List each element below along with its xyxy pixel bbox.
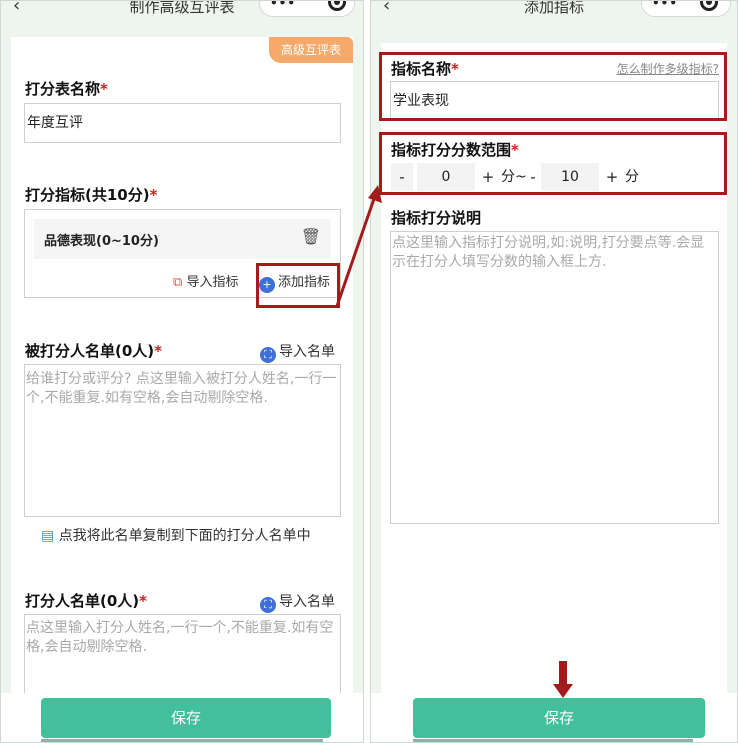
- rater-textarea[interactable]: 点这里输入打分人姓名,一行一个,不能重复.如有空格,会自动剔除空格.: [24, 614, 341, 704]
- import-list-icon: ⛶: [260, 347, 276, 363]
- criterion-desc-textarea[interactable]: 点这里输入指标打分说明,如:说明,打分要点等.会显示在打分人填写分数的输入框上方…: [390, 231, 719, 524]
- rater-label: 打分人名单(0人)*: [25, 592, 148, 610]
- close-target-icon[interactable]: [700, 1, 718, 11]
- import-list-icon: ⛶: [260, 597, 276, 613]
- highlight-add-criteria: [256, 263, 340, 308]
- left-bottom-strip: [41, 739, 323, 742]
- down-arrow-icon: [553, 661, 573, 698]
- criterion-desc-placeholder: 点这里输入指标打分说明,如:说明,打分要点等.会显示在打分人填写分数的输入框上方…: [392, 235, 705, 270]
- criterion-item-label: 品德表现(0~10分): [44, 234, 159, 249]
- ratee-label: 被打分人名单(0人)*: [25, 342, 163, 360]
- import-criteria-button[interactable]: ⧉ 导入指标: [173, 271, 238, 290]
- trash-icon[interactable]: 🗑: [301, 227, 321, 246]
- copy-list-button[interactable]: ▤ 点我将此名单复制到下面的打分人名单中: [41, 525, 311, 545]
- more-icon[interactable]: •••: [270, 1, 296, 10]
- right-navbar: ‹ 添加指标 •••: [371, 1, 737, 17]
- rater-import-button[interactable]: ⛶ 导入名单: [260, 591, 335, 613]
- sheet-name-input[interactable]: 年度互评: [24, 103, 341, 143]
- rater-placeholder: 点这里输入打分人姓名,一行一个,不能重复.如有空格,会自动剔除空格.: [26, 620, 334, 655]
- highlight-criterion-name: [379, 52, 727, 121]
- ratee-placeholder: 给谁打分或评分? 点这里输入被打分人姓名,一行一个,不能重复.如有空格,会自动剔…: [26, 371, 337, 406]
- right-bottom-strip: [413, 739, 693, 742]
- criteria-label: 打分指标(共10分)*: [25, 186, 158, 204]
- criterion-desc-label: 指标打分说明: [391, 209, 482, 227]
- left-navbar: ‹ 制作高级互评表 •••: [1, 1, 363, 17]
- close-target-icon[interactable]: [328, 1, 346, 11]
- sheet-name-label: 打分表名称*: [25, 80, 108, 98]
- copy-icon: ▤: [41, 528, 55, 544]
- ratee-textarea[interactable]: 给谁打分或评分? 点这里输入被打分人姓名,一行一个,不能重复.如有空格,会自动剔…: [24, 364, 341, 517]
- connector-arrow-icon: [335, 185, 382, 307]
- left-screen: ‹ 制作高级互评表 ••• 高级互评表 打分表名称* 年度互评 打分指标(共10…: [0, 0, 364, 743]
- save-button[interactable]: 保存: [41, 698, 331, 738]
- import-icon: ⧉: [173, 275, 183, 290]
- save-button[interactable]: 保存: [413, 698, 705, 738]
- more-icon[interactable]: •••: [652, 1, 678, 10]
- ratee-import-button[interactable]: ⛶ 导入名单: [260, 341, 335, 363]
- form-card: 高级互评表 打分表名称* 年度互评 打分指标(共10分)* 品德表现(0~10分…: [11, 37, 353, 704]
- mini-program-capsule[interactable]: •••: [259, 1, 355, 17]
- advanced-tag: 高级互评表: [269, 37, 353, 63]
- criterion-item[interactable]: 品德表现(0~10分) 🗑: [34, 219, 331, 259]
- right-screen: ‹ 添加指标 ••• 指标名称* 怎么制作多级指标? 学业表现 指标打分分数范围…: [370, 0, 738, 743]
- mini-program-capsule[interactable]: •••: [641, 1, 731, 17]
- highlight-score-range: [379, 132, 727, 195]
